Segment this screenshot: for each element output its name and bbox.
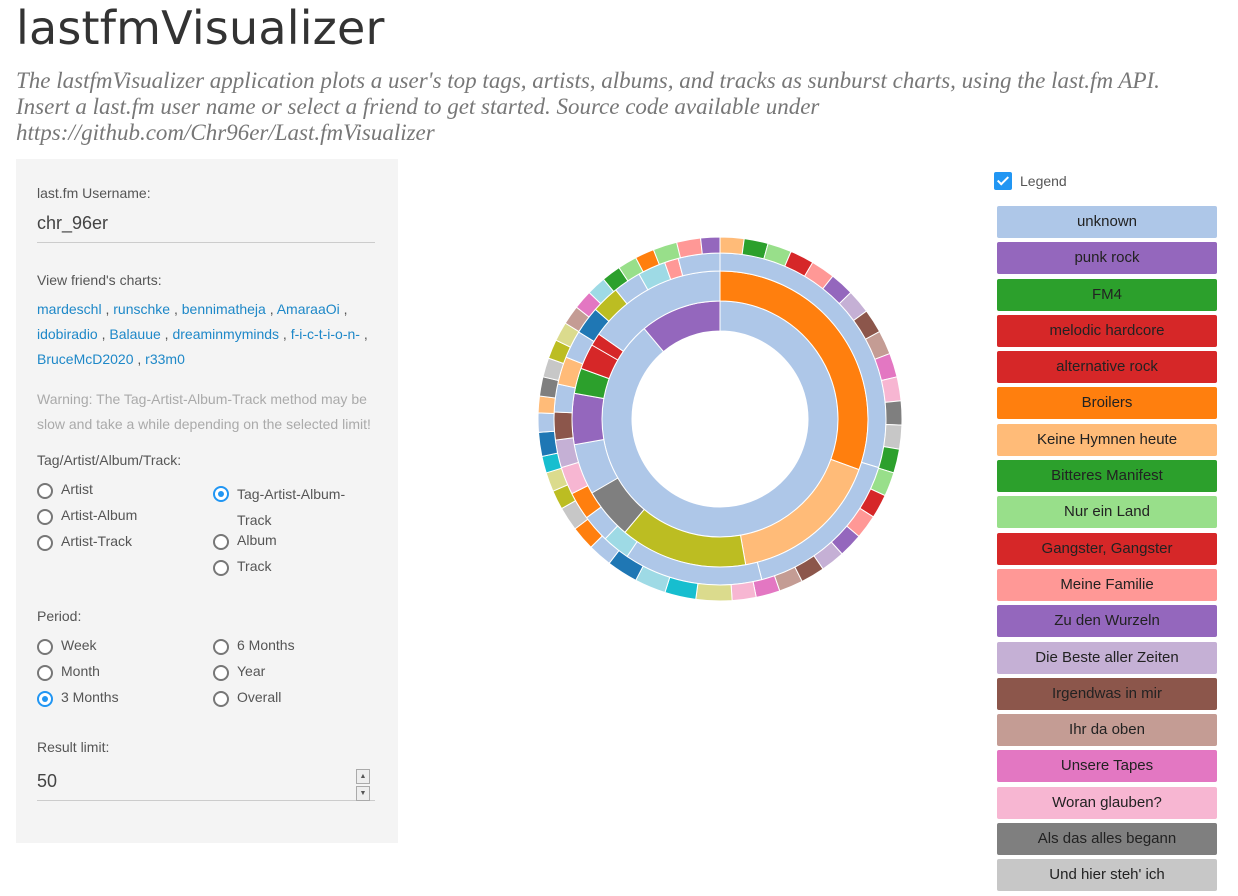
radio-circle bbox=[213, 691, 229, 707]
legend-item[interactable]: Die Beste aller Zeiten bbox=[997, 641, 1217, 674]
friend-link[interactable]: f-i-c-t-i-o-n- bbox=[291, 326, 360, 342]
legend-item[interactable]: Unsere Tapes bbox=[997, 750, 1217, 783]
radio-month[interactable]: Month bbox=[37, 663, 100, 681]
radio-circle bbox=[37, 665, 53, 681]
friends-label: View friend's charts: bbox=[37, 272, 162, 288]
legend-item[interactable]: unknown bbox=[997, 206, 1217, 238]
sidebar-panel: last.fm Username: chr_96er View friend's… bbox=[16, 159, 398, 843]
radio-circle bbox=[213, 560, 229, 576]
spin-up-icon[interactable]: ▲ bbox=[356, 769, 370, 784]
radio-6-months[interactable]: 6 Months bbox=[213, 637, 295, 655]
legend-item[interactable]: Broilers bbox=[997, 387, 1217, 420]
radio-artist[interactable]: Artist bbox=[37, 481, 93, 499]
legend-item[interactable]: Als das alles begann bbox=[997, 823, 1217, 856]
radio-3-months[interactable]: 3 Months bbox=[37, 689, 119, 707]
radio-overall[interactable]: Overall bbox=[213, 689, 281, 707]
period-label: Period: bbox=[37, 608, 82, 624]
radio-album[interactable]: Album bbox=[213, 532, 277, 550]
radio-tag-artist-album-track[interactable]: Tag-Artist-Album-Track bbox=[213, 481, 373, 533]
sunburst-segment[interactable] bbox=[538, 412, 555, 433]
username-input[interactable]: chr_96er bbox=[37, 213, 375, 243]
app-title: lastfmVisualizer bbox=[16, 1, 385, 55]
sunburst-segment[interactable] bbox=[730, 581, 757, 601]
sunburst-segment[interactable] bbox=[700, 237, 721, 255]
radio-track[interactable]: Track bbox=[213, 558, 271, 576]
sunburst-segment[interactable] bbox=[676, 237, 703, 259]
legend-list: unknown punk rock FM4 melodic hardcore alter… bbox=[997, 206, 1217, 896]
sunburst-segment[interactable] bbox=[695, 582, 733, 601]
friend-link[interactable]: r33m0 bbox=[145, 351, 185, 367]
sunburst-segment[interactable] bbox=[538, 395, 556, 414]
checkbox-checked-icon[interactable] bbox=[994, 172, 1012, 190]
legend-item[interactable]: punk rock bbox=[997, 242, 1217, 275]
sunburst-segment[interactable] bbox=[884, 400, 902, 426]
legend-item[interactable]: FM4 bbox=[997, 278, 1217, 311]
sunburst-segment[interactable] bbox=[601, 300, 839, 538]
legend-item[interactable]: melodic hardcore bbox=[997, 314, 1217, 347]
friend-link[interactable]: runschke bbox=[113, 301, 170, 317]
radio-year[interactable]: Year bbox=[213, 663, 265, 681]
limit-spinner: ▲ ▼ bbox=[356, 769, 370, 801]
radio-circle bbox=[37, 535, 53, 551]
friend-link[interactable]: BruceMcD2020 bbox=[37, 351, 134, 367]
legend-item[interactable]: Und hier steh' ich bbox=[997, 859, 1217, 892]
radio-circle bbox=[213, 534, 229, 550]
legend-item[interactable]: Zu den Wurzeln bbox=[997, 605, 1217, 638]
legend-item[interactable]: Ihr da oben bbox=[997, 714, 1217, 747]
sunburst-segment[interactable] bbox=[719, 237, 745, 256]
legend-item[interactable]: Irgendwas in mir bbox=[997, 677, 1217, 710]
legend-item[interactable]: Meine Familie bbox=[997, 568, 1217, 601]
method-label: Tag/Artist/Album/Track: bbox=[37, 452, 182, 468]
radio-circle bbox=[213, 639, 229, 655]
radio-circle bbox=[37, 639, 53, 655]
sunburst-segment[interactable] bbox=[880, 376, 902, 403]
radio-circle bbox=[37, 509, 53, 525]
legend-toggle[interactable]: Legend bbox=[994, 172, 1067, 190]
radio-week[interactable]: Week bbox=[37, 637, 97, 655]
username-label: last.fm Username: bbox=[37, 185, 151, 201]
friend-link[interactable]: dreaminmyminds bbox=[172, 326, 279, 342]
radio-circle-selected bbox=[37, 691, 53, 707]
sunburst-segment[interactable] bbox=[571, 392, 605, 446]
friends-list: mardeschl , runschke , bennimatheja , Am… bbox=[37, 301, 368, 367]
sunburst-segment[interactable] bbox=[538, 430, 559, 458]
friend-link[interactable]: AmaraaOi bbox=[277, 301, 340, 317]
friend-link[interactable]: Balauue bbox=[109, 326, 160, 342]
limit-input[interactable]: 50 bbox=[37, 771, 375, 801]
radio-circle bbox=[213, 665, 229, 681]
friend-link[interactable]: idobiradio bbox=[37, 326, 98, 342]
friend-link[interactable]: bennimatheja bbox=[182, 301, 266, 317]
legend-item[interactable]: Gangster, Gangster bbox=[997, 532, 1217, 565]
sunburst-chart bbox=[538, 237, 902, 601]
legend-item[interactable]: Nur ein Land bbox=[997, 496, 1217, 529]
legend-item[interactable]: Woran glauben? bbox=[997, 786, 1217, 819]
legend-item[interactable]: alternative rock bbox=[997, 351, 1217, 384]
warning-text: Warning: The Tag-Artist-Album-Track meth… bbox=[37, 391, 371, 432]
radio-circle-selected bbox=[213, 486, 229, 502]
limit-label: Result limit: bbox=[37, 739, 110, 755]
legend-item[interactable]: Keine Hymnen heute bbox=[997, 423, 1217, 456]
sunburst-segment[interactable] bbox=[553, 411, 574, 441]
spin-down-icon[interactable]: ▼ bbox=[356, 786, 370, 801]
friend-link[interactable]: mardeschl bbox=[37, 301, 102, 317]
radio-artist-track[interactable]: Artist-Track bbox=[37, 533, 132, 551]
app-description: The lastfmVisualizer application plots a… bbox=[16, 68, 1160, 145]
legend-toggle-label: Legend bbox=[1020, 173, 1067, 189]
radio-circle bbox=[37, 483, 53, 499]
legend-item[interactable]: Bitteres Manifest bbox=[997, 460, 1217, 493]
sunburst-segment[interactable] bbox=[883, 424, 902, 450]
radio-artist-album[interactable]: Artist-Album bbox=[37, 507, 137, 525]
